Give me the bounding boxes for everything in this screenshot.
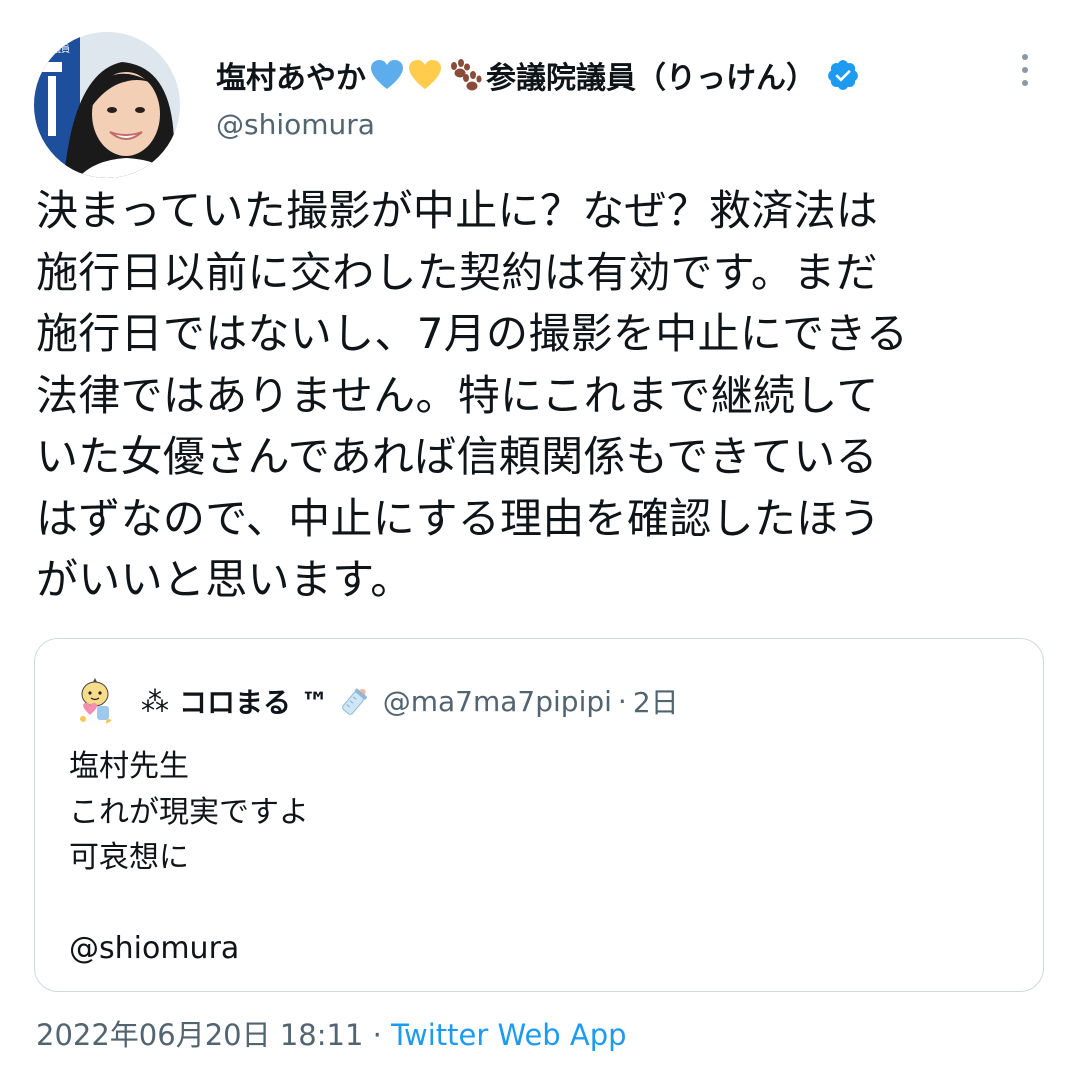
more-dot xyxy=(1022,67,1028,73)
author-title: 参議院議員（りっけん） xyxy=(486,61,816,96)
author-name-row[interactable]: 塩村あやか 参議院議員（りっけん） xyxy=(216,52,860,98)
more-dot xyxy=(1022,80,1028,86)
tweet-source-link[interactable]: Twitter Web App xyxy=(391,1018,627,1052)
quoted-tweet-card[interactable]: ⁂ コロまる ™ @ma7ma7pipipi · 2日 塩村先生 これが現実です… xyxy=(34,638,1044,992)
verified-badge-icon xyxy=(826,58,860,92)
quoted-name-prefix: ⁂ xyxy=(141,684,169,718)
quoted-author-avatar[interactable] xyxy=(71,676,121,726)
author-handle[interactable]: @shiomura xyxy=(216,108,375,141)
author-avatar[interactable]: 議員 xyxy=(34,32,180,178)
baby-bottle-icon xyxy=(337,683,373,719)
yellow-heart-icon xyxy=(408,59,442,91)
more-options-icon[interactable] xyxy=(1010,48,1040,92)
blue-heart-icon xyxy=(370,59,404,91)
tweet-text: 決まっていた撮影が中止に？なぜ？救済法は 施行日以前に交わした契約は有効です。ま… xyxy=(36,186,909,604)
paw-prints-icon xyxy=(446,58,482,92)
meta-separator: · xyxy=(372,1018,382,1052)
quoted-tweet-header: ⁂ コロまる ™ @ma7ma7pipipi · 2日 xyxy=(71,675,679,727)
tweet-timestamp[interactable]: 2022年06月20日 18:11 xyxy=(36,1018,363,1052)
author-display-name[interactable]: 塩村あやか xyxy=(216,53,366,97)
tweet-meta: 2022年06月20日 18:11 · Twitter Web App xyxy=(36,1012,627,1054)
quoted-avatar-image xyxy=(71,676,121,726)
more-dot xyxy=(1022,54,1028,60)
quoted-handle[interactable]: @ma7ma7pipipi xyxy=(383,685,612,718)
author-avatar-image: 議員 xyxy=(34,32,180,178)
quoted-timestamp[interactable]: 2日 xyxy=(633,681,679,721)
quoted-display-name[interactable]: コロまる ™ xyxy=(179,681,329,721)
quoted-separator: · xyxy=(617,684,627,718)
quoted-tweet-text: 塩村先生 これが現実ですよ 可哀想に @shiomura xyxy=(69,749,309,966)
poster-text: 議員 xyxy=(52,43,70,55)
